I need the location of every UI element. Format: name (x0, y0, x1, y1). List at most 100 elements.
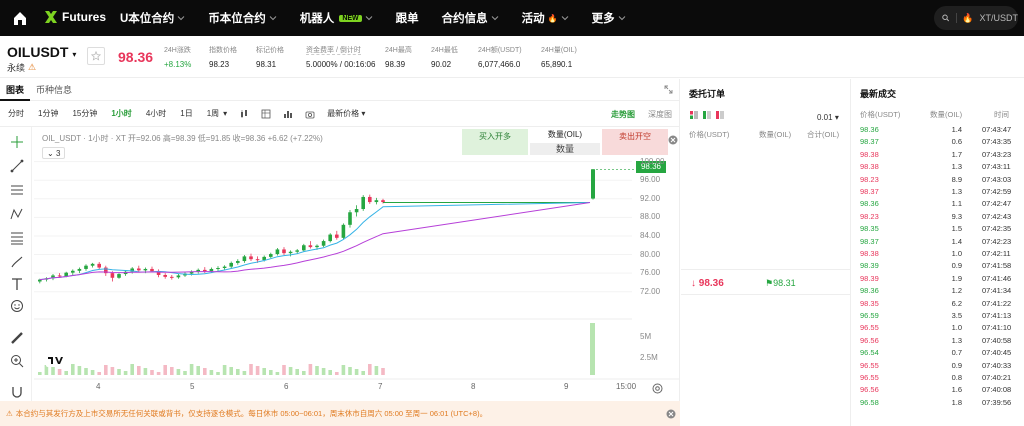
nav-item-0[interactable]: U本位合约 (120, 10, 185, 26)
qty-field[interactable]: 数量(OIL) 数量 (530, 129, 600, 155)
interval-4[interactable]: 4小时 (146, 108, 166, 119)
trade-row: 98.39 1.9 07:41:46 (852, 274, 1024, 286)
nav-menu: U本位合约 币本位合约 机器人 NEW 跟单 合约信息 活动 🔥 更多 (120, 0, 649, 36)
volume-bar (288, 367, 293, 375)
nav-item-label: 跟单 (395, 13, 419, 25)
candle-body (170, 276, 174, 278)
ma-line-long (39, 202, 591, 281)
trade-qty: 1.1 (951, 199, 962, 209)
nav-item-4[interactable]: 合约信息 (442, 10, 499, 26)
tab-coin-info[interactable]: 币种信息 (30, 79, 78, 101)
trade-time: 07:43:35 (982, 137, 1012, 147)
chevron-down-icon (177, 16, 185, 21)
trade-qty: 1.0 (951, 323, 962, 333)
symbol-selector[interactable]: OILUSDT ▾ (7, 44, 76, 60)
book-both-icon[interactable] (689, 110, 699, 120)
stat-value: 98.23 (209, 60, 230, 69)
notice-bar: ⚠ 本合约与其发行方及上市交易所无任何关联或背书，仅支持逐仓模式。每日休市 05… (0, 401, 680, 426)
settings-icon[interactable] (652, 383, 663, 394)
candle-type-icon[interactable] (239, 109, 249, 119)
view-trend-tab[interactable]: 走势图 (611, 109, 635, 120)
qty-label: 数量(OIL) (547, 130, 583, 139)
trades-col-price: 价格(USDT) (860, 110, 901, 119)
qty-input[interactable]: 数量 (530, 143, 600, 155)
book-asks-icon[interactable] (715, 110, 725, 120)
order-book-panel: 委托订单 0.01 ▾ 价格(USDT) 数量(OIL) 合计(OIL) ↓ 9… (681, 79, 851, 426)
top-nav: Futures U本位合约 币本位合约 机器人 NEW 跟单 合约信息 活动 🔥 更多 🔥 XT… (0, 0, 1024, 36)
candle-body (229, 262, 233, 267)
favorite-button[interactable] (87, 47, 105, 65)
indicators-icon[interactable] (261, 109, 271, 119)
candle-body (348, 212, 352, 225)
x-tick-label: 7 (378, 382, 383, 391)
price-step-select[interactable]: 0.01 ▾ (817, 113, 839, 122)
volume-bar (315, 366, 319, 375)
nav-item-5[interactable]: 活动 🔥 (522, 10, 569, 26)
fire-icon: 🔥 (547, 13, 558, 23)
candle-body (143, 268, 148, 271)
interval-6[interactable]: 1周 (207, 108, 219, 119)
book-bids-icon[interactable] (702, 110, 712, 120)
stat-label: 指数价格 (209, 47, 237, 54)
candle-body (90, 263, 95, 266)
candle-body (368, 196, 372, 203)
candlestick-chart[interactable] (0, 127, 680, 401)
interval-3[interactable]: 1小时 (111, 108, 131, 119)
trade-row: 98.35 6.2 07:41:22 (852, 299, 1024, 311)
nav-item-6[interactable]: 更多 (592, 10, 626, 26)
trade-time: 07:40:33 (982, 360, 1012, 370)
indicator-toggle[interactable]: ⌄ 3 (42, 147, 66, 159)
camera-icon[interactable] (305, 109, 315, 119)
sell-short-button[interactable]: 卖出开空 (602, 129, 668, 155)
volume-bar (236, 369, 240, 375)
home-icon[interactable] (12, 10, 28, 26)
volume-bar (374, 366, 379, 375)
volume-tick-label: 5M (640, 332, 652, 341)
expand-icon[interactable] (664, 85, 673, 94)
close-icon[interactable] (666, 409, 676, 419)
trade-qty: 1.3 (951, 335, 962, 345)
trade-qty: 1.4 (951, 125, 962, 134)
trade-price: 98.23 (860, 174, 879, 184)
price-chart[interactable]: OIL_USDT · 1小时 · XT 开=92.06 高=98.39 低=91… (0, 127, 680, 401)
search-box[interactable]: 🔥 XT/USDT (934, 6, 1018, 30)
candle-body (236, 261, 240, 263)
tab-chart[interactable]: 图表 (0, 79, 31, 101)
trade-row: 96.58 1.8 07:39:56 (852, 398, 1024, 410)
trade-time: 07:43:11 (982, 162, 1011, 172)
candle-body (361, 196, 365, 210)
price-type-select[interactable]: 最新价格 ▾ (327, 108, 365, 119)
quick-order-box: 买入开多 数量(OIL) 数量 卖出开空 (462, 129, 668, 155)
trade-row: 96.55 1.0 07:41:10 (852, 323, 1024, 335)
interval-5[interactable]: 1日 (180, 108, 192, 119)
trade-price: 98.37 (860, 137, 879, 147)
volume-bar (321, 368, 326, 375)
volume-bar (203, 368, 207, 375)
nav-item-3[interactable]: 跟单 (396, 10, 419, 26)
candle-body (117, 274, 121, 278)
bar-chart-icon[interactable] (283, 109, 293, 119)
close-icon[interactable] (668, 135, 678, 145)
warning-icon[interactable]: ⚠ (28, 62, 36, 73)
trade-price: 98.38 (860, 249, 879, 258)
trade-row: 98.35 1.5 07:42:35 (852, 224, 1024, 236)
notice-text: 本合约与其发行方及上市交易所无任何关联或背书，仅支持逐仓模式。每日休市 05:0… (15, 409, 488, 418)
view-depth-tab[interactable]: 深度图 (648, 109, 672, 120)
stat-label: 24H涨跌 (164, 47, 191, 54)
buy-long-button[interactable]: 买入开多 (462, 129, 528, 155)
trade-price: 98.36 (860, 125, 879, 134)
trade-row: 98.23 8.9 07:43:03 (852, 175, 1024, 187)
interval-1[interactable]: 1分钟 (38, 108, 58, 119)
interval-0[interactable]: 分时 (8, 108, 24, 119)
nav-item-1[interactable]: 币本位合约 (208, 10, 277, 26)
volume-bar (368, 364, 372, 375)
brand-logo[interactable]: Futures (44, 10, 106, 24)
trade-qty: 3.5 (951, 311, 962, 320)
interval-2[interactable]: 15分钟 (72, 108, 97, 119)
trade-price: 96.54 (860, 348, 879, 358)
trade-qty: 1.8 (951, 397, 962, 407)
caret-down-icon[interactable]: ▾ (223, 109, 227, 118)
nav-item-2[interactable]: 机器人 NEW (300, 10, 373, 26)
candle-body (262, 256, 266, 261)
book-mark-price-value: 98.31 (773, 278, 796, 288)
